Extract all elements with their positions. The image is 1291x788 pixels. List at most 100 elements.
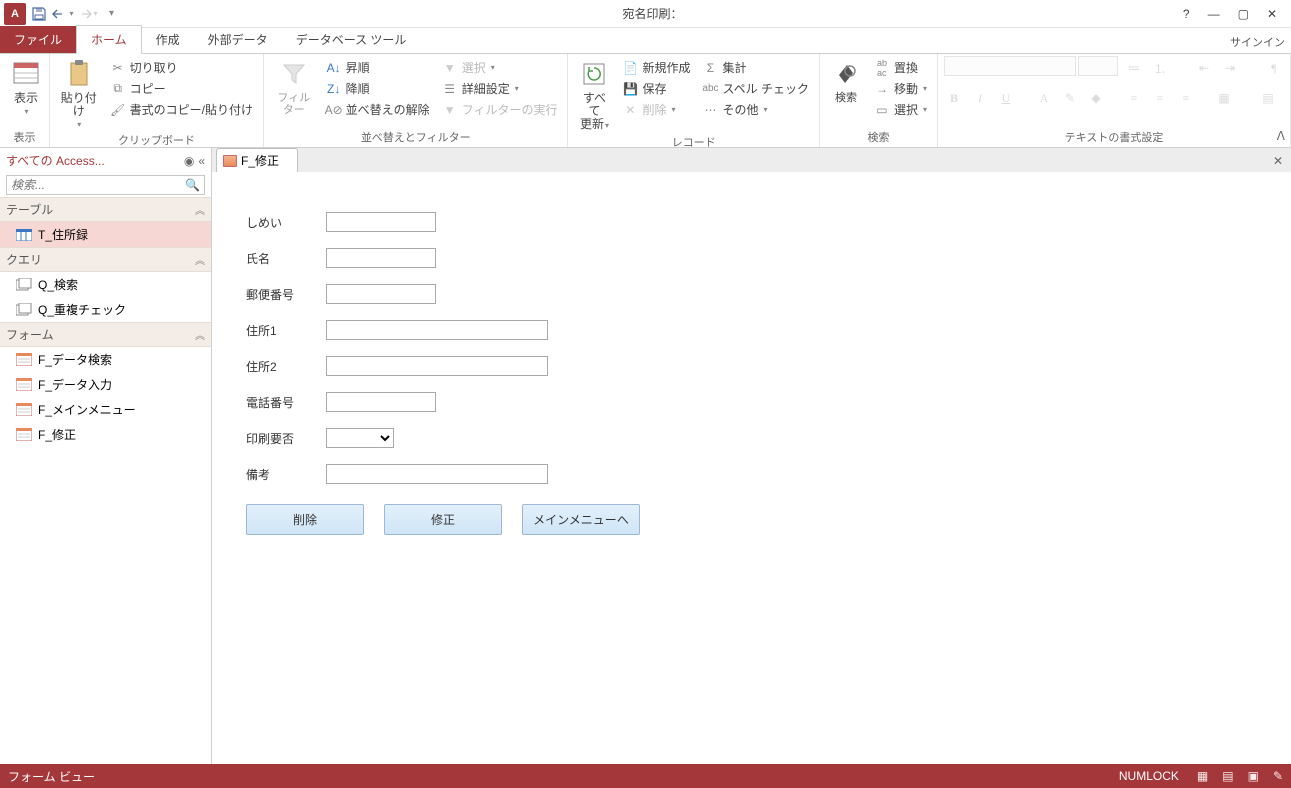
sort-asc-button[interactable]: A↓昇順 bbox=[322, 58, 434, 77]
nav-item-f-mainmenu[interactable]: F_メインメニュー bbox=[0, 397, 211, 422]
nav-group-tables[interactable]: テーブル︽ bbox=[0, 197, 211, 222]
more-button[interactable]: ⋯その他 ▾ bbox=[698, 100, 813, 119]
sort-desc-button[interactable]: Z↓降順 bbox=[322, 79, 434, 98]
select-button[interactable]: ▭選択 ▾ bbox=[870, 100, 931, 119]
select-print[interactable] bbox=[326, 428, 394, 448]
increase-indent-icon[interactable]: ⇥ bbox=[1220, 58, 1240, 78]
minimize-icon[interactable]: — bbox=[1208, 7, 1220, 21]
input-shimei[interactable] bbox=[326, 212, 436, 232]
fill-color-icon[interactable]: ◆ bbox=[1086, 88, 1106, 108]
text-direction-icon[interactable]: ¶ bbox=[1264, 58, 1284, 78]
font-color-icon[interactable]: A bbox=[1034, 88, 1054, 108]
numbering-icon[interactable]: ⒈ bbox=[1150, 58, 1170, 78]
font-name-combo[interactable] bbox=[944, 56, 1076, 76]
selection-filter-button[interactable]: ▼選択 ▾ bbox=[438, 58, 562, 77]
copy-button[interactable]: ⧉コピー bbox=[106, 79, 257, 98]
highlight-icon[interactable]: ✎ bbox=[1060, 88, 1080, 108]
nav-item-q-search[interactable]: Q_検索 bbox=[0, 272, 211, 297]
form-delete-button[interactable]: 削除 bbox=[246, 504, 364, 535]
search-icon[interactable]: 🔍 bbox=[181, 178, 204, 192]
input-addr2[interactable] bbox=[326, 356, 548, 376]
qat-customize-icon[interactable]: ▾ bbox=[100, 3, 122, 25]
status-bar: フォーム ビュー NUMLOCK ▦ ▤ ▣ ✎ bbox=[0, 764, 1291, 788]
paste-button[interactable]: 貼り付け▾ bbox=[56, 56, 102, 132]
goto-button[interactable]: →移動 ▾ bbox=[870, 79, 931, 98]
form-icon bbox=[223, 155, 237, 167]
tab-file[interactable]: ファイル bbox=[0, 26, 76, 53]
bold-icon[interactable]: B bbox=[944, 88, 964, 108]
toggle-filter-button[interactable]: ▼フィルターの実行 bbox=[438, 100, 562, 119]
clear-sort-button[interactable]: A⊘並べ替えの解除 bbox=[322, 100, 434, 119]
tab-external-data[interactable]: 外部データ bbox=[194, 26, 282, 53]
form-update-button[interactable]: 修正 bbox=[384, 504, 502, 535]
align-right-icon[interactable]: ≡ bbox=[1176, 88, 1196, 108]
window-title: 宛名印刷： bbox=[122, 5, 1183, 22]
redo-icon[interactable]: ▾ bbox=[76, 3, 98, 25]
input-tel[interactable] bbox=[326, 392, 436, 412]
alternate-fill-icon[interactable]: ▤ bbox=[1258, 88, 1278, 108]
delete-record-button[interactable]: ✕削除 ▾ bbox=[618, 100, 694, 119]
close-icon[interactable]: ✕ bbox=[1267, 7, 1277, 21]
label-addr2: 住所2 bbox=[246, 358, 326, 375]
input-memo[interactable] bbox=[326, 464, 548, 484]
nav-item-q-dupcheck[interactable]: Q_重複チェック bbox=[0, 297, 211, 322]
navigation-pane: すべての Access... ◉ « 🔍 テーブル︽ T_住所録 クエリ︽ Q_… bbox=[0, 148, 212, 764]
group-find-label: 検索 bbox=[826, 129, 931, 147]
advanced-filter-button[interactable]: ☰詳細設定 ▾ bbox=[438, 79, 562, 98]
doc-tab-f-edit[interactable]: F_修正 bbox=[216, 148, 298, 172]
doc-tab-close-icon[interactable]: ✕ bbox=[1273, 154, 1283, 168]
label-print: 印刷要否 bbox=[246, 430, 326, 447]
underline-icon[interactable]: U bbox=[996, 88, 1016, 108]
tab-create[interactable]: 作成 bbox=[142, 26, 194, 53]
input-zip[interactable] bbox=[326, 284, 436, 304]
nav-search-input[interactable] bbox=[7, 176, 181, 194]
nav-item-f-edit[interactable]: F_修正 bbox=[0, 422, 211, 447]
view-form-icon[interactable]: ▦ bbox=[1197, 769, 1208, 783]
totals-button[interactable]: Σ集計 bbox=[698, 58, 813, 77]
new-record-button[interactable]: 📄新規作成 bbox=[618, 58, 694, 77]
nav-group-forms[interactable]: フォーム︽ bbox=[0, 322, 211, 347]
ribbon-tabs: ファイル ホーム 作成 外部データ データベース ツール サインイン bbox=[0, 28, 1291, 54]
view-design-icon[interactable]: ✎ bbox=[1273, 769, 1283, 783]
font-size-combo[interactable] bbox=[1078, 56, 1118, 76]
italic-icon[interactable]: I bbox=[970, 88, 990, 108]
help-icon[interactable]: ? bbox=[1183, 7, 1190, 21]
find-button[interactable]: 検索 bbox=[826, 56, 866, 106]
nav-group-queries[interactable]: クエリ︽ bbox=[0, 247, 211, 272]
nav-item-t-addressbook[interactable]: T_住所録 bbox=[0, 222, 211, 247]
input-addr1[interactable] bbox=[326, 320, 548, 340]
maximize-icon[interactable]: ▢ bbox=[1238, 7, 1249, 21]
nav-header[interactable]: すべての Access... bbox=[6, 152, 180, 169]
tab-home[interactable]: ホーム bbox=[76, 25, 142, 54]
align-center-icon[interactable]: ≡ bbox=[1150, 88, 1170, 108]
nav-item-f-dataentry[interactable]: F_データ入力 bbox=[0, 372, 211, 397]
spelling-button[interactable]: abcスペル チェック bbox=[698, 79, 813, 98]
sign-in-link[interactable]: サインイン bbox=[1230, 34, 1285, 50]
bullets-icon[interactable]: ≔ bbox=[1124, 58, 1144, 78]
view-button[interactable]: 表示▾ bbox=[6, 56, 46, 119]
collapse-ribbon-icon[interactable]: ᐱ bbox=[1277, 129, 1285, 143]
label-zip: 郵便番号 bbox=[246, 286, 326, 303]
gridlines-icon[interactable]: ▦ bbox=[1214, 88, 1234, 108]
replace-button[interactable]: abac置換 bbox=[870, 58, 931, 77]
save-icon[interactable] bbox=[28, 3, 50, 25]
refresh-all-button[interactable]: すべて更新▾ bbox=[574, 56, 614, 134]
group-textformat-label: テキストの書式設定 bbox=[944, 129, 1284, 147]
format-painter-button[interactable]: 🖌書式のコピー/貼り付け bbox=[106, 100, 257, 119]
input-name[interactable] bbox=[326, 248, 436, 268]
form-mainmenu-button[interactable]: メインメニューへ bbox=[522, 504, 640, 535]
nav-dropdown-icon[interactable]: ◉ bbox=[184, 154, 194, 168]
tab-database-tools[interactable]: データベース ツール bbox=[282, 26, 421, 53]
align-left-icon[interactable]: ≡ bbox=[1124, 88, 1144, 108]
view-layout-icon[interactable]: ▣ bbox=[1248, 769, 1259, 783]
save-record-button[interactable]: 💾保存 bbox=[618, 79, 694, 98]
label-tel: 電話番号 bbox=[246, 394, 326, 411]
view-datasheet-icon[interactable]: ▤ bbox=[1222, 769, 1233, 783]
nav-search[interactable]: 🔍 bbox=[6, 175, 205, 195]
nav-collapse-icon[interactable]: « bbox=[198, 154, 205, 168]
filter-button[interactable]: フィルター bbox=[270, 56, 318, 118]
cut-button[interactable]: ✂切り取り bbox=[106, 58, 257, 77]
undo-icon[interactable]: ▾ bbox=[52, 3, 74, 25]
nav-item-f-datasearch[interactable]: F_データ検索 bbox=[0, 347, 211, 372]
decrease-indent-icon[interactable]: ⇤ bbox=[1194, 58, 1214, 78]
